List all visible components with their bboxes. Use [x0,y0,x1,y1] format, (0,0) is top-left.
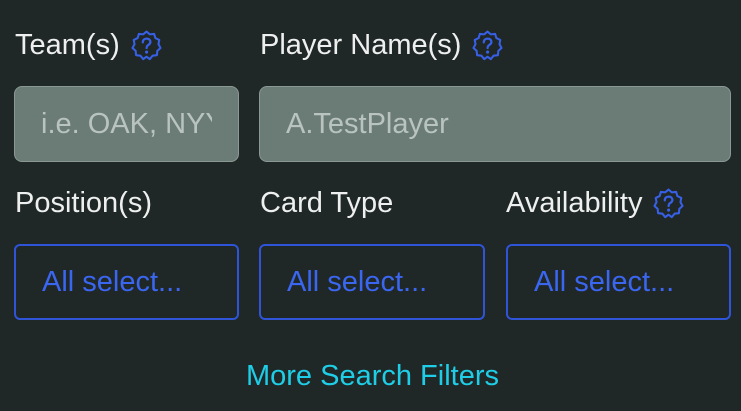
more-search-filters-link[interactable]: More Search Filters [0,356,741,396]
card-type-select-button[interactable]: All select... [259,244,485,320]
teams-label: Team(s) [15,27,163,63]
availability-select-button[interactable]: All select... [506,244,731,320]
card-type-label-text: Card Type [260,187,394,219]
positions-select-button[interactable]: All select... [14,244,239,320]
question-badge-icon[interactable] [130,29,163,62]
positions-label-text: Position(s) [15,187,152,219]
question-badge-icon[interactable] [652,187,685,220]
availability-label: Availability [506,185,685,221]
availability-label-text: Availability [506,187,643,219]
player-names-input[interactable] [259,86,731,162]
card-type-label: Card Type [260,185,393,221]
player-names-label: Player Name(s) [260,27,504,63]
player-names-label-text: Player Name(s) [260,29,462,61]
positions-label: Position(s) [15,185,152,221]
teams-label-text: Team(s) [15,29,120,61]
question-badge-icon[interactable] [471,29,504,62]
teams-input[interactable] [14,86,239,162]
